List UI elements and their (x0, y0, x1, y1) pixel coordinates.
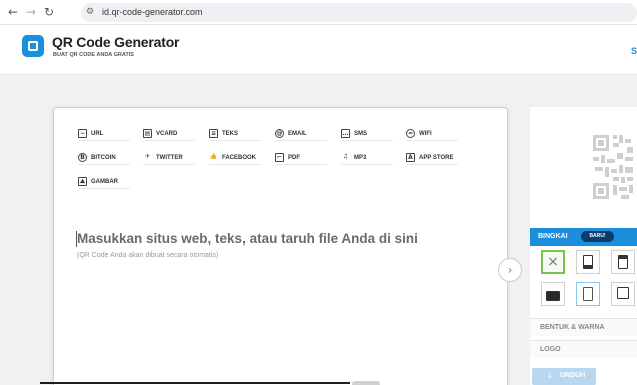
back-arrow-icon[interactable]: ← (6, 5, 20, 19)
tab-facebook[interactable]: 👍 FACEBOOK (209, 151, 261, 165)
frame-option-clipboard[interactable] (576, 282, 600, 306)
header-link[interactable]: S (631, 46, 637, 56)
frame-option-monitor[interactable] (611, 282, 635, 306)
twitter-icon: ✈ (144, 153, 151, 160)
tab-label: APP STORE (419, 154, 454, 161)
tab-label: TWITTER (156, 154, 183, 161)
contact-card-icon: ▤ (143, 129, 152, 138)
thumbs-up-icon: 👍 (209, 153, 218, 160)
tab-gambar[interactable]: ⛰ GAMBAR (78, 175, 130, 189)
wifi-icon: ≈ (406, 129, 415, 138)
frame-option-dark-bottom[interactable] (576, 250, 600, 274)
at-sign-icon: @ (275, 129, 284, 138)
tab-app-store[interactable]: A APP STORE (406, 151, 458, 165)
pdf-file-icon: ⌐ (275, 153, 284, 162)
tab-teks[interactable]: ≡ TEKS (209, 127, 261, 141)
content-input-hint: (QR Code Anda akan dibuat secara otomati… (77, 252, 219, 259)
tab-email[interactable]: @ EMAIL (275, 127, 327, 141)
tab-label: EMAIL (288, 130, 307, 137)
scroll-handle[interactable] (352, 381, 380, 385)
app-store-icon: A (406, 153, 415, 162)
next-arrow-button[interactable]: › (498, 258, 522, 282)
qr-content-card (53, 107, 508, 385)
qr-code-preview (593, 135, 633, 199)
tab-sms[interactable]: … SMS (341, 127, 393, 141)
brand-tagline: BUAT QR CODE ANDA GRATIS (53, 52, 134, 58)
tab-twitter[interactable]: ✈ TWITTER (143, 151, 195, 165)
tab-vcard[interactable]: ▤ VCARD (143, 127, 195, 141)
tab-label: TEKS (222, 130, 239, 137)
tab-label: FACEBOOK (222, 154, 257, 161)
tab-label: WIFI (419, 130, 432, 137)
download-icon: ⤓ (548, 371, 552, 380)
tab-label: BITCOIN (91, 154, 116, 161)
message-icon: … (341, 129, 350, 138)
new-badge: BARU! (581, 231, 614, 242)
monitor-frame-icon (617, 287, 629, 299)
text-document-icon: ≡ (209, 129, 218, 138)
frame-option-dark-top[interactable] (611, 250, 635, 274)
tab-label: PDF (288, 154, 300, 161)
download-label[interactable]: UNDUH (560, 372, 585, 379)
qr-logo-icon[interactable] (22, 35, 44, 57)
content-input-placeholder[interactable]: Masukkan situs web, teks, atau taruh fil… (77, 231, 418, 246)
tab-pdf[interactable]: ⌐ PDF (275, 151, 327, 165)
link-box-icon: − (78, 129, 87, 138)
music-note-icon: ♫ (342, 153, 349, 160)
tab-label: GAMBAR (91, 178, 118, 185)
tab-label: URL (91, 130, 104, 137)
tab-label: SMS (354, 130, 368, 137)
image-icon: ⛰ (78, 177, 87, 186)
frame-thumbnail-icon (618, 255, 628, 269)
tab-mp3[interactable]: ♫ MP3 (341, 151, 393, 165)
brand-name[interactable]: QR Code Generator (52, 34, 179, 50)
frame-option-envelope[interactable] (541, 282, 565, 306)
tab-label: MP3 (354, 154, 367, 161)
frame-thumbnail-icon (583, 255, 593, 269)
site-header: QR Code Generator BUAT QR CODE ANDA GRAT… (0, 25, 637, 75)
tab-wifi[interactable]: ≈ WIFI (406, 127, 458, 141)
frame-section-title[interactable]: BINGKAI (538, 233, 568, 240)
bitcoin-icon: B (78, 153, 87, 162)
logo-label[interactable]: LOGO (540, 346, 561, 353)
taskbar-divider (40, 382, 350, 384)
frame-option-none[interactable]: × (541, 250, 565, 274)
forward-arrow-icon[interactable]: → (24, 5, 38, 19)
tab-url[interactable]: − URL (78, 127, 130, 141)
tab-label: VCARD (156, 130, 178, 137)
shape-color-label[interactable]: BENTUK & WARNA (540, 324, 605, 331)
clipboard-frame-icon (583, 287, 593, 301)
site-info-icon[interactable]: ⚙ (86, 6, 98, 18)
browser-toolbar: ← → ↻ ⚙ id.qr-code-generator.com (0, 0, 637, 25)
tab-bitcoin[interactable]: B BITCOIN (78, 151, 130, 165)
url-text[interactable]: id.qr-code-generator.com (102, 7, 203, 17)
reload-icon[interactable]: ↻ (42, 5, 56, 19)
envelope-frame-icon (546, 291, 560, 301)
